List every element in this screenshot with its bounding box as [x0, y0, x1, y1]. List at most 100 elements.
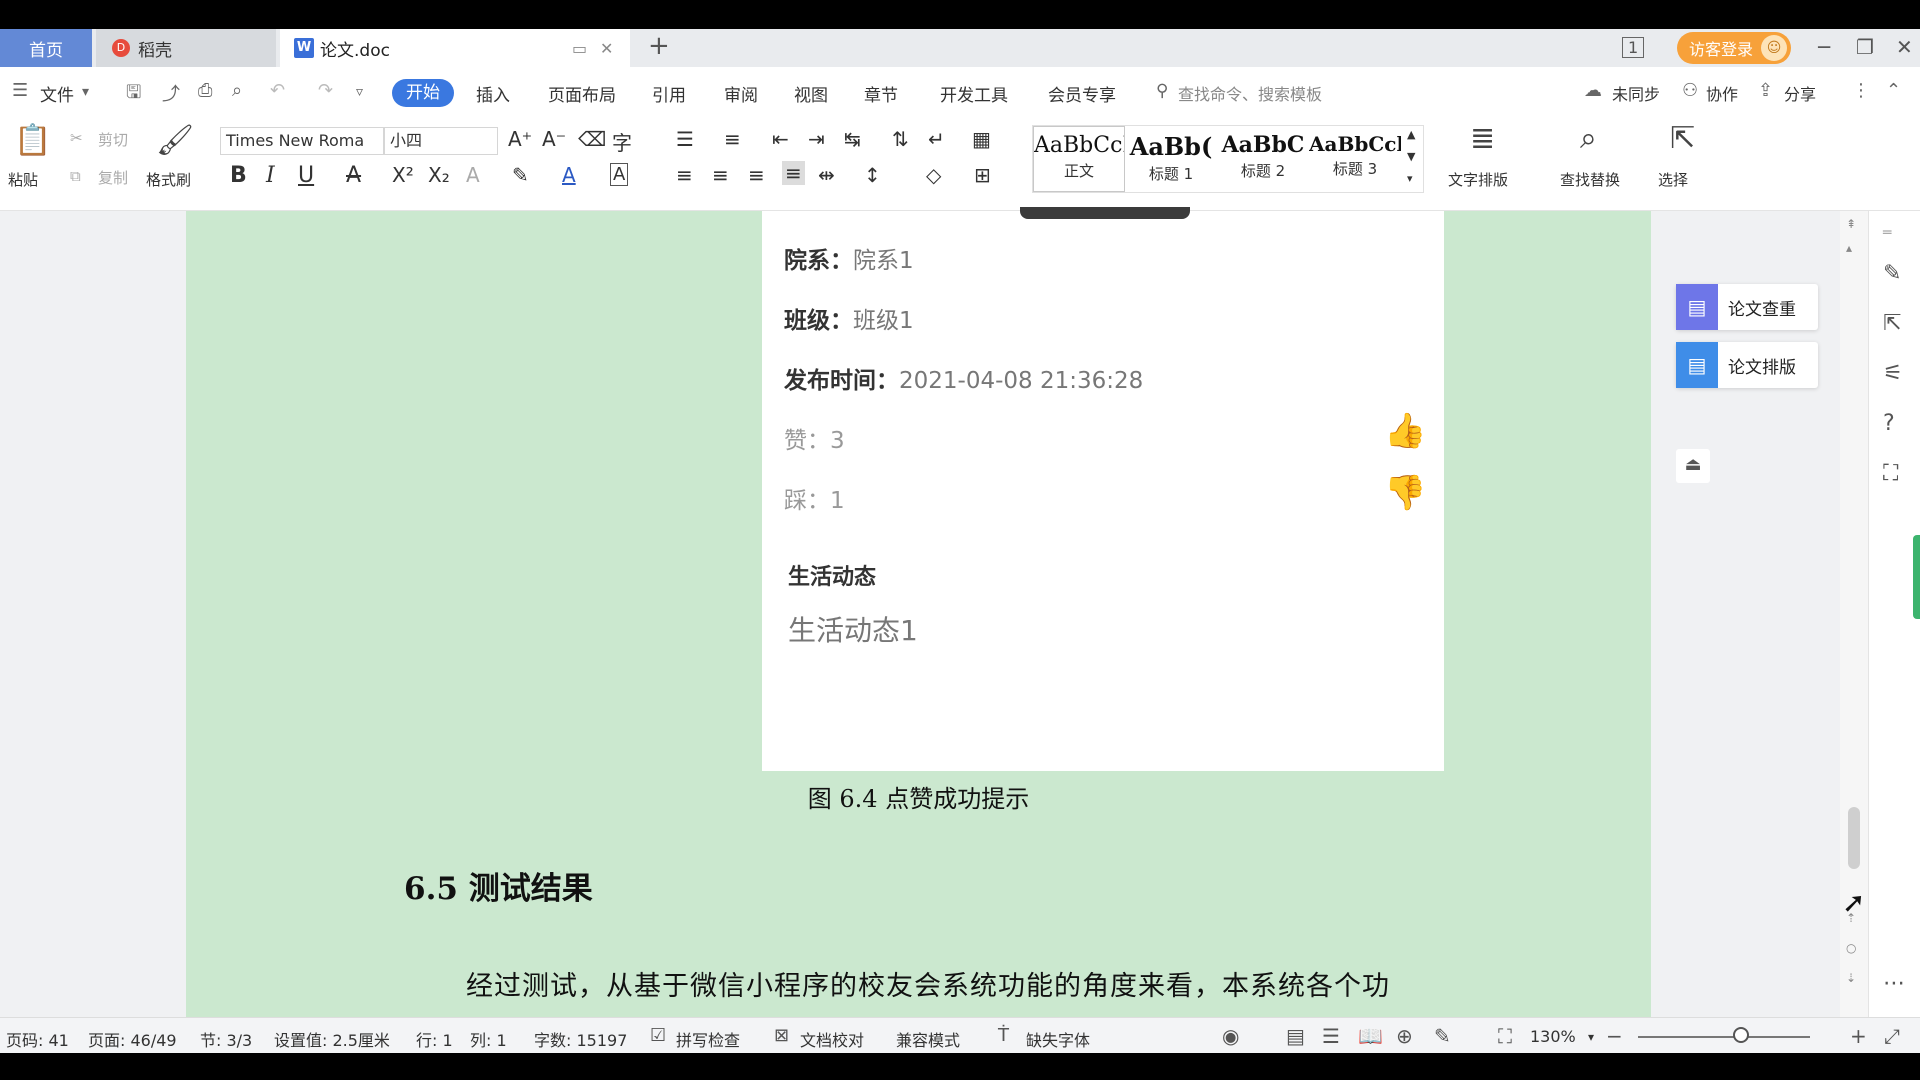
eye-protection-icon[interactable]: ◉ [1222, 1024, 1239, 1048]
style-heading-2[interactable]: AaBbC 标题 2 [1217, 126, 1309, 192]
collaborate-button[interactable]: 协作 [1706, 81, 1738, 105]
cut-button[interactable]: 剪切 [98, 129, 128, 150]
minimize-button[interactable]: ─ [1818, 35, 1830, 59]
close-window-button[interactable]: ✕ [1896, 35, 1913, 59]
show-marks-icon[interactable]: ↵ [928, 127, 945, 151]
page-layout-indicator[interactable]: 1 [1622, 37, 1645, 58]
font-name-select[interactable]: Times New Roma [220, 127, 384, 155]
select-button[interactable]: 选择 [1658, 169, 1688, 190]
decrease-indent-icon[interactable]: ⇤ [772, 127, 789, 151]
paper-check-button[interactable]: ▤ 论文查重 [1676, 284, 1818, 330]
find-replace-button[interactable]: 查找替换 [1560, 169, 1620, 190]
select-browse-icon[interactable]: ○ [1846, 941, 1856, 955]
undo-icon[interactable]: ↶ [270, 80, 285, 101]
new-tab-button[interactable]: + [648, 31, 670, 61]
shading-icon[interactable]: ◇ [926, 163, 941, 187]
scrollbar-thumb[interactable] [1848, 807, 1860, 869]
close-tab-icon[interactable]: ✕ [600, 39, 613, 58]
distribute-icon[interactable]: ⇹ [818, 163, 835, 187]
edit-pen-icon[interactable]: ✎ [1883, 261, 1901, 286]
redo-icon[interactable]: ↷ [318, 80, 333, 101]
scroll-up-icon[interactable]: ▴ [1846, 241, 1852, 255]
menu-tab-member[interactable]: 会员专享 [1048, 81, 1116, 106]
menu-tab-start[interactable]: 开始 [392, 79, 454, 107]
menu-tab-review[interactable]: 审阅 [724, 81, 758, 106]
paste-button[interactable]: 粘贴 [8, 169, 38, 190]
justify-icon[interactable]: ≡ [782, 161, 805, 185]
web-view-icon[interactable]: ⊕ [1396, 1024, 1413, 1048]
highlight-icon[interactable]: ✎ [512, 163, 529, 187]
reading-view-icon[interactable]: 📖 [1358, 1024, 1383, 1048]
phonetic-guide-icon[interactable]: 字 [612, 127, 632, 156]
tab-home[interactable]: 首页 [0, 29, 92, 67]
zoom-in-icon[interactable]: + [1850, 1024, 1867, 1048]
menu-tab-insert[interactable]: 插入 [476, 81, 510, 106]
unsync-button[interactable]: 未同步 [1612, 81, 1660, 105]
visitor-login-button[interactable]: 访客登录 ☺ [1677, 32, 1791, 64]
doc-proof-button[interactable]: 文档校对 [800, 1027, 864, 1051]
zoom-slider[interactable] [1638, 1036, 1810, 1038]
style-heading-3[interactable]: AaBbCcl 标题 3 [1309, 126, 1401, 192]
tab-daoke[interactable]: D 稻壳 [96, 29, 276, 67]
bullet-list-icon[interactable]: ☰ [676, 127, 694, 151]
export-icon[interactable]: ⤴ [162, 80, 180, 106]
sort-icon[interactable]: ⇅ [892, 127, 909, 151]
menu-tab-developer[interactable]: 开发工具 [940, 81, 1008, 106]
styles-scroll-down-icon[interactable]: ▼ [1407, 150, 1415, 163]
status-setting[interactable]: 设置值: 2.5厘米 [274, 1027, 390, 1051]
next-page-icon[interactable]: ⇣ [1846, 971, 1856, 985]
tab-document[interactable]: W 论文.doc ▭ ✕ [280, 29, 630, 67]
align-center-icon[interactable]: ≡ [712, 163, 729, 187]
menu-tab-view[interactable]: 视图 [794, 81, 828, 106]
document-page[interactable]: 院系：院系1 班级：班级1 发布时间：2021-04-08 21:36:28 赞… [186, 207, 1651, 1017]
more-menu-icon[interactable]: ⋮ [1852, 80, 1870, 101]
sidebar-green-tab[interactable] [1913, 535, 1920, 619]
image-tool-icon[interactable]: ⛶ [1883, 461, 1898, 486]
bold-icon[interactable]: B [230, 163, 247, 188]
print-icon[interactable]: ⎙ [198, 80, 212, 101]
superscript-icon[interactable]: X² [392, 163, 414, 187]
more-tools-icon[interactable]: ⋯ [1883, 971, 1905, 996]
shrink-font-icon[interactable]: A⁻ [542, 127, 566, 151]
styles-more-icon[interactable]: ▾ [1407, 172, 1413, 185]
command-search-input[interactable]: 查找命令、搜索模板 [1178, 81, 1322, 105]
font-size-select[interactable]: 小四 [384, 127, 498, 155]
fullscreen-icon[interactable]: ⤢ [1884, 1024, 1900, 1048]
style-normal[interactable]: AaBbCcI 正文 [1033, 126, 1125, 192]
adjust-sliders-icon[interactable]: ⚟ [1883, 361, 1903, 386]
ruler-icon[interactable]: ▦ [972, 127, 991, 151]
print-preview-icon[interactable]: ⌕ [232, 80, 242, 101]
text-direction-icon[interactable]: ↹ [844, 127, 861, 151]
strikethrough-icon[interactable]: A [346, 163, 361, 188]
copy-button[interactable]: 复制 [98, 167, 128, 188]
status-word-count[interactable]: 字数: 15197 [534, 1027, 627, 1051]
spell-check-button[interactable]: 拼写检查 [676, 1027, 740, 1051]
zoom-dropdown-icon[interactable]: ▾ [1588, 1030, 1594, 1044]
zoom-level[interactable]: 130% [1530, 1027, 1576, 1046]
collapse-panel-button[interactable]: ⏏ [1676, 449, 1710, 483]
page-view-icon[interactable]: ▤ [1286, 1024, 1305, 1048]
restore-button[interactable]: ❐ [1856, 35, 1874, 59]
align-left-icon[interactable]: ≡ [676, 163, 693, 187]
menu-tab-chapter[interactable]: 章节 [864, 81, 898, 106]
outline-view-icon[interactable]: ☰ [1322, 1024, 1340, 1048]
grow-font-icon[interactable]: A⁺ [508, 127, 532, 151]
share-button[interactable]: 分享 [1784, 81, 1816, 105]
help-icon[interactable]: ? [1883, 411, 1895, 436]
hamburger-icon[interactable]: ☰ [12, 80, 28, 101]
chevron-down-icon[interactable]: ▾ [82, 84, 89, 100]
zoom-slider-knob[interactable] [1733, 1027, 1749, 1043]
fit-page-icon[interactable]: ⛶ [1498, 1024, 1512, 1048]
menu-tab-references[interactable]: 引用 [652, 81, 686, 106]
zoom-out-icon[interactable]: − [1606, 1024, 1623, 1048]
char-border-icon[interactable]: A [610, 163, 629, 186]
font-color-icon[interactable]: A [562, 163, 576, 187]
styles-scroll-up-icon[interactable]: ▲ [1407, 128, 1415, 141]
missing-font-button[interactable]: 缺失字体 [1026, 1027, 1090, 1051]
italic-icon[interactable]: I [266, 163, 275, 188]
collapse-ribbon-icon[interactable]: ⌃ [1886, 80, 1901, 101]
align-right-icon[interactable]: ≡ [748, 163, 765, 187]
line-spacing-icon[interactable]: ↕ [864, 163, 881, 187]
customize-dropdown-icon[interactable]: ▿ [356, 84, 363, 100]
scroll-top-icon[interactable]: ⇞ [1846, 217, 1856, 231]
